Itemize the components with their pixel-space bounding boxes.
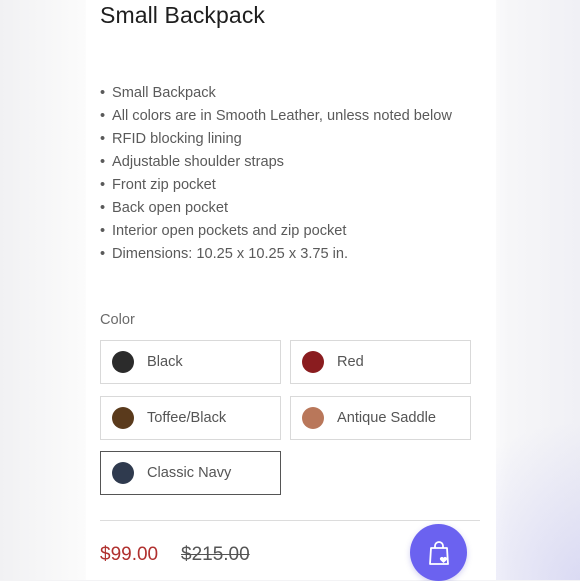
shopping-bag-heart-icon xyxy=(428,540,449,565)
bullet: • xyxy=(100,177,106,193)
bullet: • xyxy=(100,131,106,147)
product-title: Small Backpack xyxy=(100,2,266,28)
color-option-toffee-black[interactable]: Toffee/Black xyxy=(100,396,281,440)
feature-list: • Small Backpack • All colors are in Smoot… xyxy=(100,82,452,266)
color-swatch-dot xyxy=(112,462,134,484)
feature-item: • Small Backpack xyxy=(100,82,452,105)
feature-item: • Back open pocket xyxy=(100,197,452,220)
color-option-red[interactable]: Red xyxy=(290,340,471,384)
color-swatch-dot xyxy=(112,351,134,373)
feature-item: • Interior open pockets and zip pocket xyxy=(100,220,452,243)
price-divider xyxy=(100,520,480,521)
feature-item: • RFID blocking lining xyxy=(100,128,452,151)
feature-item: • Dimensions: 10.25 x 10.25 x 3.75 in. xyxy=(100,243,452,266)
bullet: • xyxy=(100,246,106,262)
bullet: • xyxy=(100,85,106,101)
bullet: • xyxy=(100,223,106,239)
feature-item: • Front zip pocket xyxy=(100,174,452,197)
bullet: • xyxy=(100,200,106,216)
original-price: $215.00 xyxy=(181,544,250,565)
color-option-label: Antique Saddle xyxy=(337,410,436,426)
bullet: • xyxy=(100,154,106,170)
color-option-label: Toffee/Black xyxy=(147,410,227,426)
color-option-classic-navy[interactable]: Classic Navy xyxy=(100,451,281,495)
color-option-antique-saddle[interactable]: Antique Saddle xyxy=(290,396,471,440)
feature-item: • All colors are in Smooth Leather, unles… xyxy=(100,105,452,128)
feature-item: • Adjustable shoulder straps xyxy=(100,151,452,174)
color-swatch-dot xyxy=(112,407,134,429)
color-swatch-dot xyxy=(302,407,324,429)
color-option-label: Classic Navy xyxy=(147,465,232,481)
color-option-label: Black xyxy=(147,354,183,370)
color-label: Color xyxy=(100,312,135,328)
bullet: • xyxy=(100,108,106,124)
sale-price: $99.00 xyxy=(100,544,159,565)
color-option-label: Red xyxy=(337,354,364,370)
add-to-bag-button[interactable] xyxy=(410,524,467,581)
color-option-black[interactable]: Black xyxy=(100,340,281,384)
color-swatch-dot xyxy=(302,351,324,373)
